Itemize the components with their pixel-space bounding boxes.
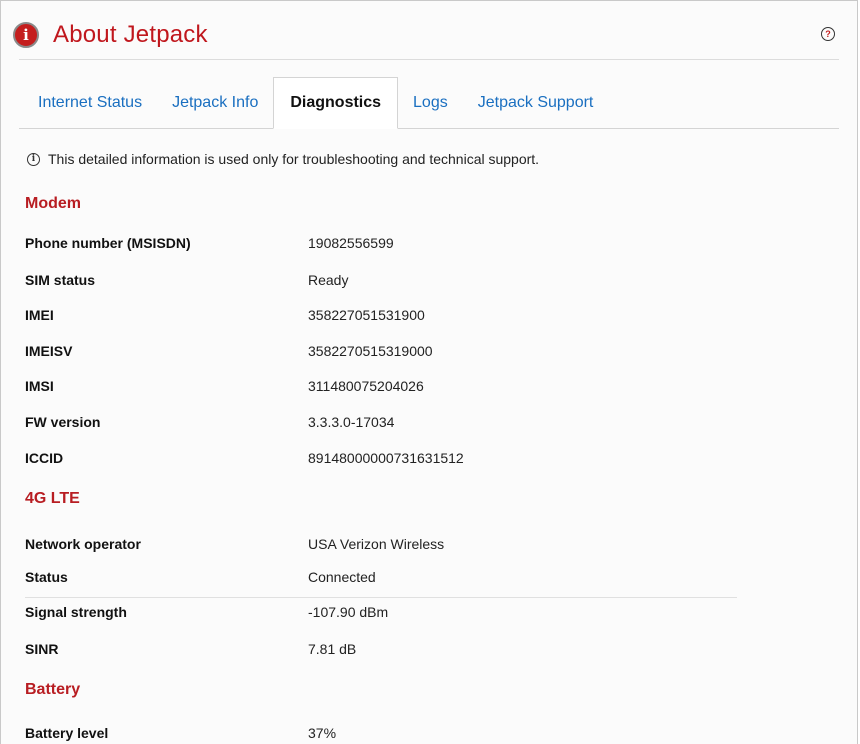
row-label: Phone number (MSISDN) xyxy=(25,235,191,251)
row-label: IMSI xyxy=(25,378,54,394)
table-row: SIM status Ready xyxy=(25,272,745,292)
notice-text: This detailed information is used only f… xyxy=(48,151,540,167)
row-label: Status xyxy=(25,569,68,585)
row-label: IMEI xyxy=(25,307,54,323)
about-jetpack-panel: i About Jetpack ? Internet Status Jetpac… xyxy=(0,0,858,744)
row-value: -107.90 dBm xyxy=(308,604,389,620)
tab-internet-status[interactable]: Internet Status xyxy=(23,77,157,129)
table-row: IMEI 358227051531900 xyxy=(25,307,745,327)
table-row: SINR 7.81 dB xyxy=(25,641,745,661)
row-value: 37% xyxy=(308,725,337,741)
row-value: Ready xyxy=(308,272,349,288)
row-label: Signal strength xyxy=(25,604,127,620)
tabs-divider xyxy=(19,128,839,129)
row-label: SIM status xyxy=(25,272,96,288)
table-row: Status Connected xyxy=(25,569,737,598)
table-row: Phone number (MSISDN) 19082556599 xyxy=(25,235,745,255)
info-small-icon: i xyxy=(27,152,40,166)
tab-logs[interactable]: Logs xyxy=(398,77,463,129)
table-row: Network operator USA Verizon Wireless xyxy=(25,536,745,556)
page-header: i About Jetpack xyxy=(13,15,208,55)
section-title-4g-lte: 4G LTE xyxy=(25,490,80,507)
row-value: USA Verizon Wireless xyxy=(308,536,445,552)
tab-diagnostics[interactable]: Diagnostics xyxy=(273,77,399,129)
section-title-battery: Battery xyxy=(25,681,81,698)
row-label: FW version xyxy=(25,414,101,430)
table-row: IMEISV 3582270515319000 xyxy=(25,343,745,363)
row-label: Network operator xyxy=(25,536,141,552)
row-value: 89148000000731631512 xyxy=(308,450,464,466)
table-row: IMSI 311480075204026 xyxy=(25,378,745,398)
section-title-modem: Modem xyxy=(25,195,81,212)
table-row: ICCID 89148000000731631512 xyxy=(25,450,745,470)
tab-jetpack-info[interactable]: Jetpack Info xyxy=(157,77,273,129)
info-icon: i xyxy=(13,22,39,48)
table-row: Signal strength -107.90 dBm xyxy=(25,604,745,624)
row-label: SINR xyxy=(25,641,59,657)
row-value: 358227051531900 xyxy=(308,307,425,323)
table-row: Battery level 37% xyxy=(25,725,745,744)
row-value: 3582270515319000 xyxy=(308,343,433,359)
row-value: 3.3.3.0-17034 xyxy=(308,414,395,430)
troubleshooting-notice: i This detailed information is used only… xyxy=(27,151,539,167)
row-value: 7.81 dB xyxy=(308,641,357,657)
row-label: IMEISV xyxy=(25,343,73,359)
row-value: 19082556599 xyxy=(308,235,394,251)
page-title: About Jetpack xyxy=(53,21,208,48)
row-label: Battery level xyxy=(25,725,109,741)
header-divider xyxy=(19,59,839,60)
tab-jetpack-support[interactable]: Jetpack Support xyxy=(463,77,609,129)
tab-bar: Internet Status Jetpack Info Diagnostics… xyxy=(23,77,608,129)
row-value: Connected xyxy=(308,569,376,585)
row-value: 311480075204026 xyxy=(308,378,424,394)
row-label: ICCID xyxy=(25,450,64,466)
question-circle-icon[interactable]: ? xyxy=(821,27,835,41)
table-row: FW version 3.3.3.0-17034 xyxy=(25,414,745,434)
